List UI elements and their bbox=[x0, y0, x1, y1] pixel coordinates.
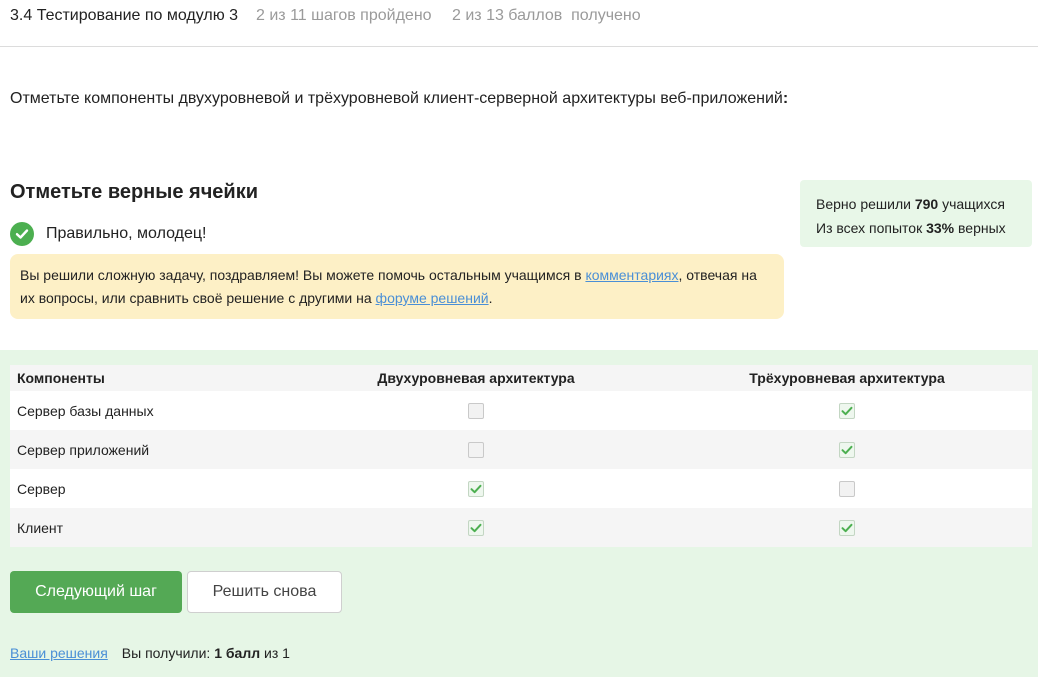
header-three-tier: Трёхуровневая архитектура bbox=[749, 370, 945, 386]
question-colon: : bbox=[782, 90, 789, 107]
three-tier-checkbox[interactable] bbox=[839, 519, 855, 536]
component-label: Сервер базы данных bbox=[17, 402, 154, 419]
matrix-row: Сервер bbox=[10, 469, 1032, 508]
header-components: Компоненты bbox=[17, 370, 105, 386]
result-text: Правильно, молодец! bbox=[46, 225, 207, 242]
solved-suffix: учащихся bbox=[938, 196, 1005, 212]
lesson-title[interactable]: 3.4 Тестирование по модулю 3 bbox=[10, 7, 238, 25]
answer-matrix: Компоненты Двухуровневая архитектура Трё… bbox=[10, 365, 1032, 547]
question-text: Отметьте компоненты двухуровневой и трёх… bbox=[10, 90, 788, 108]
two-tier-checkbox[interactable] bbox=[468, 480, 484, 497]
component-label: Клиент bbox=[17, 519, 64, 536]
matrix-header-row: Компоненты Двухуровневая архитектура Трё… bbox=[10, 365, 1032, 391]
score-prefix: Вы получили: bbox=[121, 645, 215, 661]
forum-link[interactable]: форуме решений bbox=[376, 290, 489, 306]
score-points: 1 балл bbox=[214, 645, 261, 661]
checkmark-icon bbox=[841, 444, 853, 456]
component-label: Сервер bbox=[17, 480, 66, 497]
check-circle-icon bbox=[10, 222, 34, 246]
comments-link[interactable]: комментариях bbox=[585, 267, 678, 283]
attempts-prefix: Из всех попыток bbox=[816, 220, 927, 236]
notice-text-3: . bbox=[488, 290, 493, 306]
checkmark-icon bbox=[841, 522, 853, 534]
solve-again-button[interactable]: Решить снова bbox=[187, 571, 342, 613]
points-progress: 2 из 13 баллов получено bbox=[452, 7, 641, 24]
two-tier-checkbox[interactable] bbox=[468, 441, 484, 458]
solved-stat: Верно решили 790 учащихся bbox=[816, 192, 1016, 216]
matrix-body: Сервер базы данных Сервер приложений Серве… bbox=[10, 391, 1032, 547]
matrix-row: Клиент bbox=[10, 508, 1032, 547]
header-two-tier: Двухуровневая архитектура bbox=[377, 370, 575, 386]
two-tier-checkbox[interactable] bbox=[468, 519, 484, 536]
matrix-row: Сервер базы данных bbox=[10, 391, 1032, 430]
solved-prefix: Верно решили bbox=[816, 196, 915, 212]
steps-progress: 2 из 11 шагов пройдено bbox=[256, 7, 432, 24]
three-tier-checkbox[interactable] bbox=[839, 480, 855, 497]
solved-count: 790 bbox=[914, 196, 939, 212]
checkmark-icon bbox=[841, 405, 853, 417]
notice-text-1: Вы решили сложную задачу, поздравляем! В… bbox=[20, 267, 586, 283]
question-body: Отметьте компоненты двухуровневой и трёх… bbox=[10, 90, 783, 107]
score-text: Вы получили: 1 балл из 1 bbox=[122, 645, 290, 661]
congrats-notice: Вы решили сложную задачу, поздравляем! В… bbox=[10, 254, 784, 319]
result-row: Правильно, молодец! bbox=[10, 222, 206, 246]
attempts-suffix: верных bbox=[954, 220, 1006, 236]
footer: Ваши решения Вы получили: 1 балл из 1 bbox=[10, 645, 290, 661]
attempts-percent: 33% bbox=[926, 220, 955, 236]
component-label: Сервер приложений bbox=[17, 441, 150, 458]
three-tier-checkbox[interactable] bbox=[839, 402, 855, 419]
matrix-row: Сервер приложений bbox=[10, 430, 1032, 469]
attempts-stat: Из всех попыток 33% верных bbox=[816, 216, 1016, 240]
your-solutions-link[interactable]: Ваши решения bbox=[10, 645, 108, 661]
score-suffix: из 1 bbox=[260, 645, 290, 661]
two-tier-checkbox[interactable] bbox=[468, 402, 484, 419]
next-step-button[interactable]: Следующий шаг bbox=[10, 571, 182, 613]
checkmark-icon bbox=[470, 483, 482, 495]
quiz-title: Отметьте верные ячейки bbox=[10, 181, 259, 203]
checkmark-icon bbox=[470, 522, 482, 534]
three-tier-checkbox[interactable] bbox=[839, 441, 855, 458]
stats-box: Верно решили 790 учащихся Из всех попыто… bbox=[800, 180, 1032, 247]
top-bar: 3.4 Тестирование по модулю 3 2 из 11 шаг… bbox=[0, 0, 1038, 47]
